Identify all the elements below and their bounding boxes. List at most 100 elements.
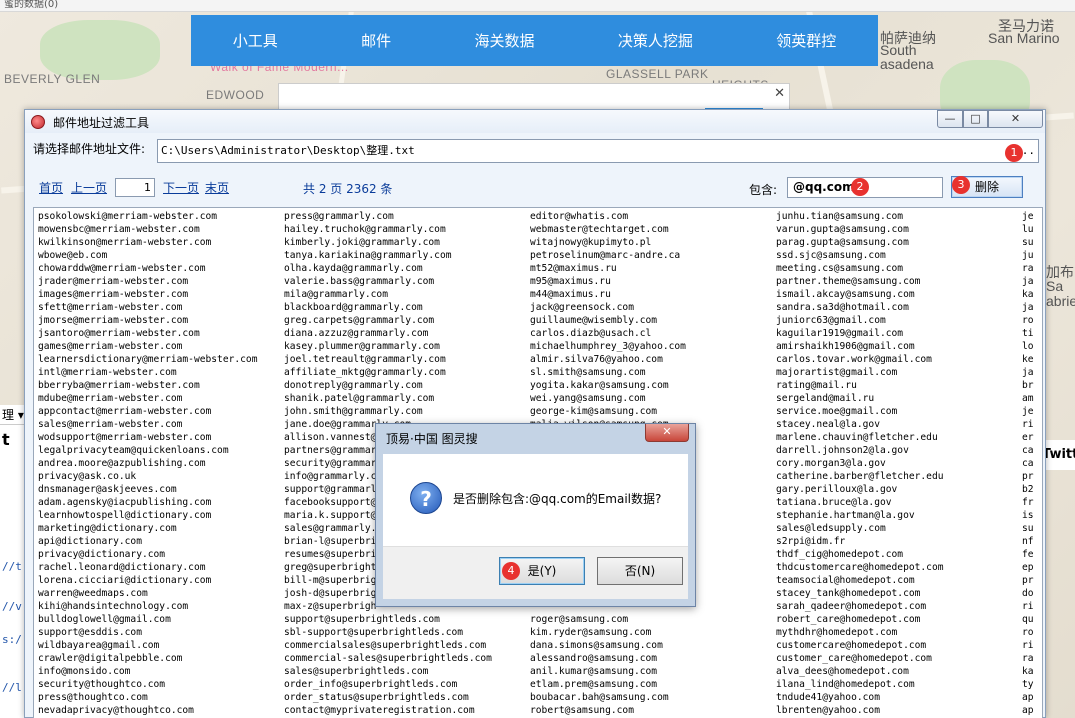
email-cell[interactable]: customer_care@homedepot.com <box>776 652 944 665</box>
email-cell[interactable]: blackboard@grammarly.com <box>284 301 492 314</box>
email-cell[interactable]: tatiana.bruce@la.gov <box>776 496 944 509</box>
email-cell[interactable]: robert_care@homedepot.com <box>776 613 944 626</box>
email-cell[interactable]: donotreply@grammarly.com <box>284 379 492 392</box>
email-cell[interactable]: bberryba@merriam-webster.com <box>38 379 258 392</box>
email-cell[interactable]: alessandro@samsung.com <box>530 652 686 665</box>
nav-tools[interactable]: 小工具 <box>233 30 278 51</box>
email-cell[interactable]: appcontact@merriam-webster.com <box>38 405 258 418</box>
email-cell[interactable]: b2 <box>1022 483 1034 496</box>
email-cell[interactable]: sfett@merriam-webster.com <box>38 301 258 314</box>
email-cell[interactable]: psokolowski@merriam-webster.com <box>38 210 258 223</box>
email-cell[interactable]: carlos.tovar.work@gmail.com <box>776 353 944 366</box>
email-cell[interactable]: wildbayarea@gmail.com <box>38 639 258 652</box>
left-link[interactable]: //l <box>2 681 22 694</box>
email-cell[interactable]: images@merriam-webster.com <box>38 288 258 301</box>
email-cell[interactable]: stacey.neal@la.gov <box>776 418 944 431</box>
email-cell[interactable]: marketing@dictionary.com <box>38 522 258 535</box>
email-cell[interactable]: mythdhr@homedepot.com <box>776 626 944 639</box>
email-cell[interactable]: hailey.truchok@grammarly.com <box>284 223 492 236</box>
email-cell[interactable]: lbrenten@yahoo.com <box>776 704 944 717</box>
page-number-input[interactable]: 1 <box>115 178 155 197</box>
email-cell[interactable]: adam.agensky@iacpublishing.com <box>38 496 258 509</box>
email-cell[interactable]: stephanie.hartman@la.gov <box>776 509 944 522</box>
email-cell[interactable]: s2rpi@idm.fr <box>776 535 944 548</box>
email-cell[interactable]: ra <box>1022 652 1034 665</box>
email-cell[interactable]: diana.azzuz@grammarly.com <box>284 327 492 340</box>
email-cell[interactable]: rating@mail.ru <box>776 379 944 392</box>
email-cell[interactable]: ri <box>1022 418 1034 431</box>
file-path-field[interactable]: C:\Users\Administrator\Desktop\整理.txt ..… <box>157 139 1039 163</box>
email-cell[interactable]: juniorc63@gmail.com <box>776 314 944 327</box>
email-cell[interactable]: press@thoughtco.com <box>38 691 258 704</box>
email-cell[interactable]: ja <box>1022 301 1034 314</box>
email-cell[interactable]: ep <box>1022 561 1034 574</box>
email-cell[interactable]: lo <box>1022 340 1034 353</box>
email-cell[interactable]: ro <box>1022 626 1034 639</box>
email-cell[interactable]: affiliate_mktg@grammarly.com <box>284 366 492 379</box>
close-icon[interactable]: ✕ <box>774 86 785 101</box>
email-cell[interactable]: alva_dees@homedepot.com <box>776 665 944 678</box>
nav-email[interactable]: 邮件 <box>361 30 391 51</box>
email-cell[interactable]: su <box>1022 522 1034 535</box>
email-cell[interactable]: learnhowtospell@dictionary.com <box>38 509 258 522</box>
email-cell[interactable]: ap <box>1022 691 1034 704</box>
email-cell[interactable]: kihi@handsintechnology.com <box>38 600 258 613</box>
email-cell[interactable]: parag.gupta@samsung.com <box>776 236 944 249</box>
email-cell[interactable]: stacey_tank@homedepot.com <box>776 587 944 600</box>
close-button[interactable]: ✕ <box>988 110 1043 128</box>
email-cell[interactable]: je <box>1022 210 1034 223</box>
email-cell[interactable]: boubacar.bah@samsung.com <box>530 691 686 704</box>
email-cell[interactable]: editor@whatis.com <box>530 210 686 223</box>
email-cell[interactable]: carlos.diazb@usach.cl <box>530 327 686 340</box>
email-cell[interactable]: shanik.patel@grammarly.com <box>284 392 492 405</box>
email-cell[interactable]: ap <box>1022 704 1034 717</box>
email-cell[interactable]: br <box>1022 379 1034 392</box>
left-link[interactable]: //t <box>2 560 22 573</box>
email-cell[interactable]: games@merriam-webster.com <box>38 340 258 353</box>
email-cell[interactable]: petroselinum@marc-andre.ca <box>530 249 686 262</box>
email-cell[interactable]: bulldoglowell@gmail.com <box>38 613 258 626</box>
next-page-link[interactable]: 下一页 <box>163 181 199 195</box>
email-cell[interactable]: majorartist@gmail.com <box>776 366 944 379</box>
email-cell[interactable]: rachel.leonard@dictionary.com <box>38 561 258 574</box>
email-cell[interactable]: cory.morgan3@la.gov <box>776 457 944 470</box>
email-cell[interactable]: er <box>1022 431 1034 444</box>
email-cell[interactable]: support@superbrightleds.com <box>284 613 492 626</box>
email-cell[interactable]: m44@maximus.ru <box>530 288 686 301</box>
email-cell[interactable]: teamsocial@homedepot.com <box>776 574 944 587</box>
email-cell[interactable]: mila@grammarly.com <box>284 288 492 301</box>
email-cell[interactable]: sales@ledsupply.com <box>776 522 944 535</box>
email-cell[interactable]: order_status@superbrightleds.com <box>284 691 492 704</box>
email-cell[interactable]: sales@superbrightleds.com <box>284 665 492 678</box>
email-cell[interactable]: greg.carpets@grammarly.com <box>284 314 492 327</box>
email-cell[interactable]: meeting.cs@samsung.com <box>776 262 944 275</box>
email-cell[interactable]: do <box>1022 587 1034 600</box>
left-toolbar[interactable]: 理 ▾ <box>0 405 25 425</box>
email-cell[interactable]: am <box>1022 392 1034 405</box>
email-cell[interactable]: anil.kumar@samsung.com <box>530 665 686 678</box>
email-cell[interactable]: legalprivacyteam@quickenloans.com <box>38 444 258 457</box>
email-cell[interactable]: ssd.sjc@samsung.com <box>776 249 944 262</box>
email-cell[interactable]: guillaume@wisembly.com <box>530 314 686 327</box>
email-cell[interactable]: ri <box>1022 600 1034 613</box>
email-cell[interactable]: kim.ryder@samsung.com <box>530 626 686 639</box>
email-cell[interactable]: kasey.plummer@grammarly.com <box>284 340 492 353</box>
email-cell[interactable]: dnsmanager@askjeeves.com <box>38 483 258 496</box>
email-cell[interactable]: commercialsales@superbrightleds.com <box>284 639 492 652</box>
email-cell[interactable]: partner.theme@samsung.com <box>776 275 944 288</box>
email-cell[interactable]: ju <box>1022 249 1034 262</box>
email-cell[interactable]: m95@maximus.ru <box>530 275 686 288</box>
email-cell[interactable]: etlam.prem@samsung.com <box>530 678 686 691</box>
email-cell[interactable]: tanya.kariakina@grammarly.com <box>284 249 492 262</box>
email-cell[interactable]: gary.perilloux@la.gov <box>776 483 944 496</box>
email-cell[interactable]: ilana_lind@homedepot.com <box>776 678 944 691</box>
email-cell[interactable]: john.smith@grammarly.com <box>284 405 492 418</box>
email-cell[interactable]: thdcustomercare@homedepot.com <box>776 561 944 574</box>
email-cell[interactable]: valerie.bass@grammarly.com <box>284 275 492 288</box>
email-cell[interactable]: fr <box>1022 496 1034 509</box>
email-cell[interactable]: pr <box>1022 470 1034 483</box>
email-cell[interactable]: andrea.moore@azpublishing.com <box>38 457 258 470</box>
email-cell[interactable]: customercare@homedepot.com <box>776 639 944 652</box>
left-link[interactable]: s:/ <box>2 633 22 646</box>
email-cell[interactable]: intl@merriam-webster.com <box>38 366 258 379</box>
